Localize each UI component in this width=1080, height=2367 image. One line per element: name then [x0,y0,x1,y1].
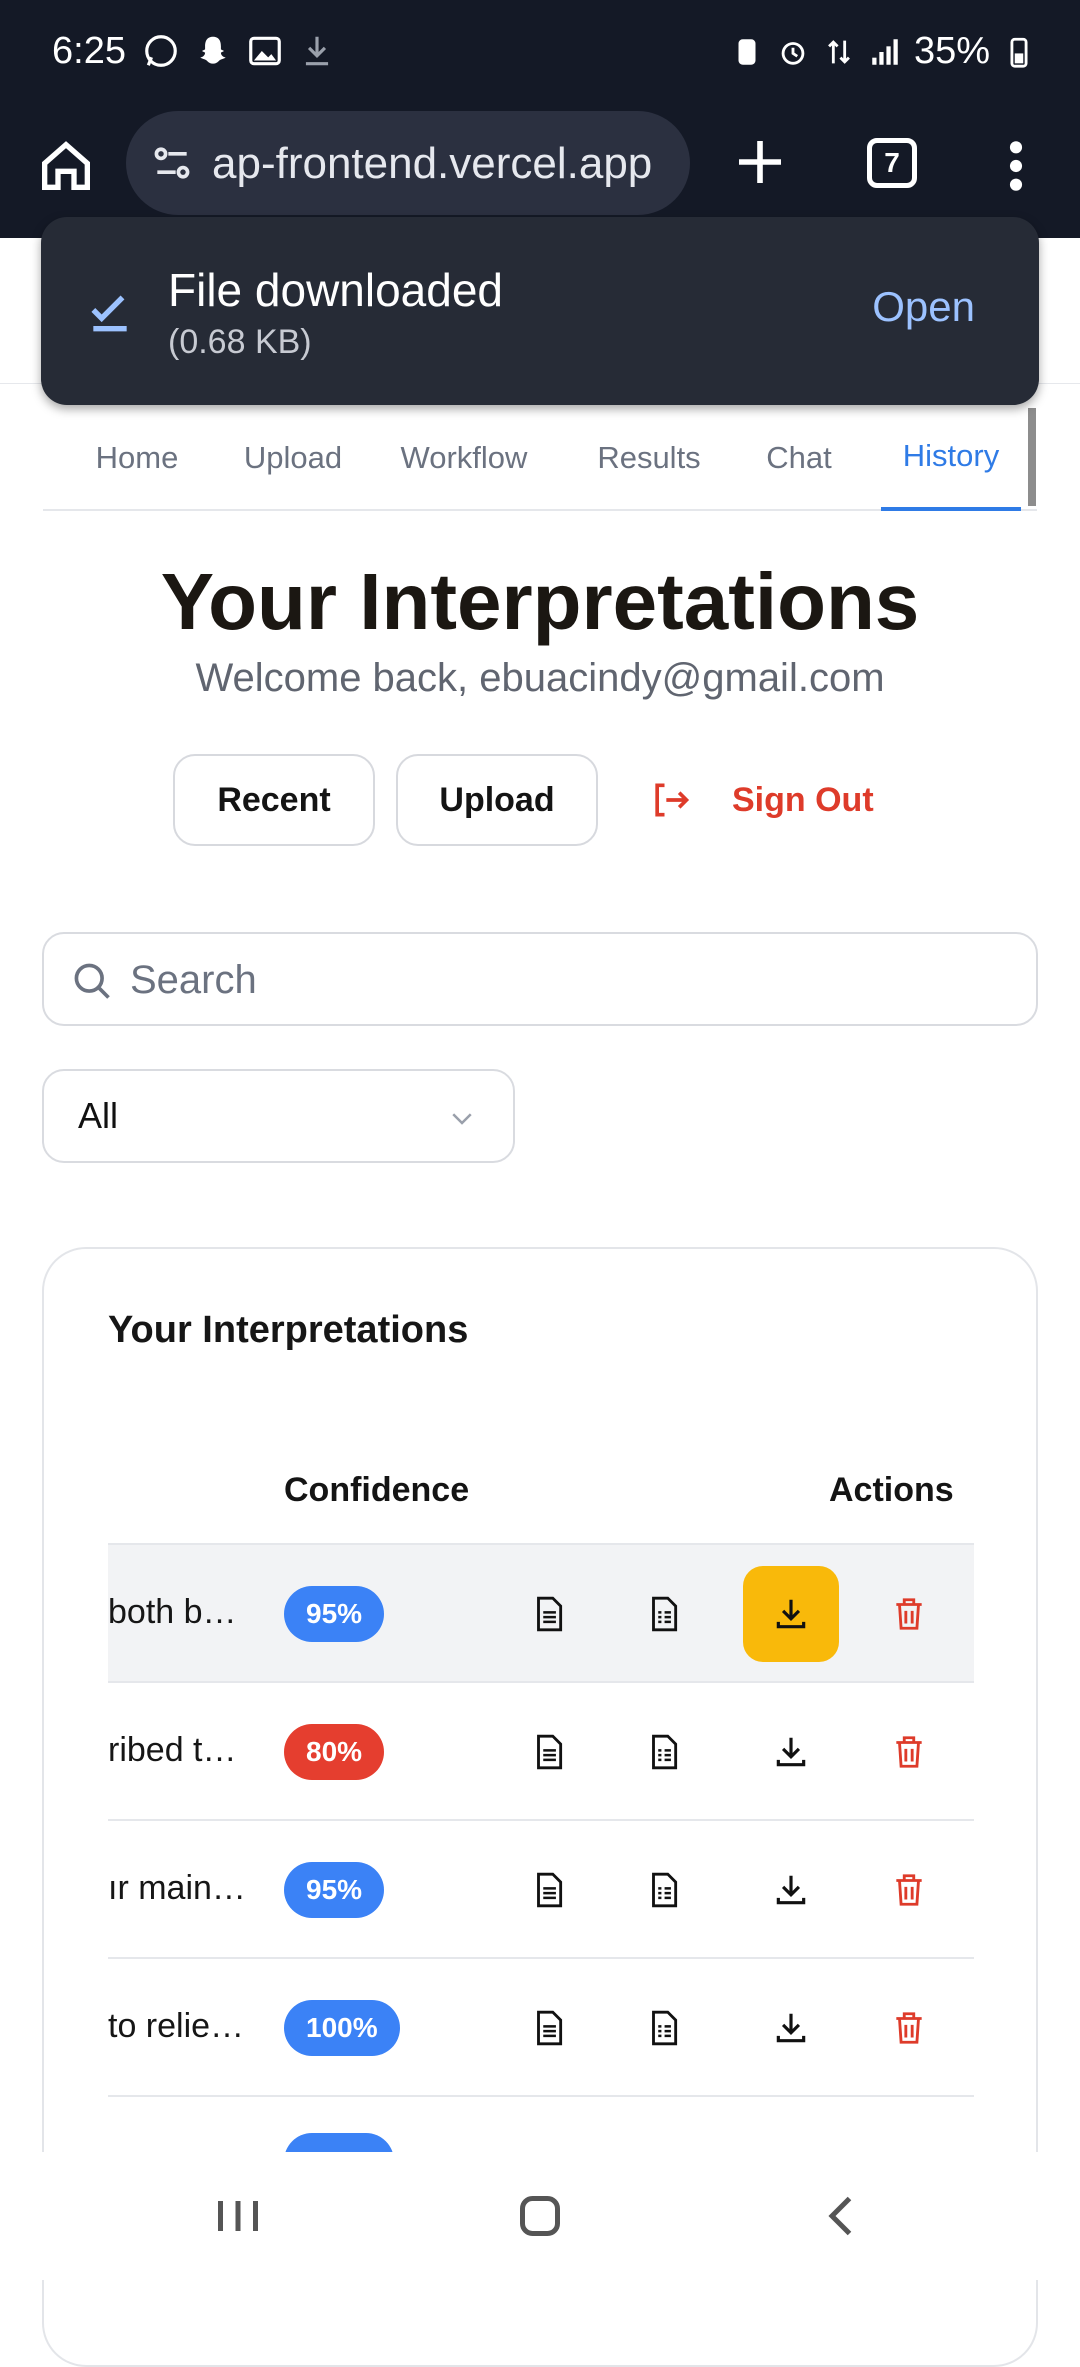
delete-button[interactable] [874,1717,944,1787]
row-text: ır main… [108,1869,246,1907]
recent-button[interactable]: Recent [173,754,375,846]
document-icon [537,1596,563,1632]
column-header-confidence: Confidence [284,1471,470,1509]
spreadsheet-icon [652,1872,678,1908]
home-icon[interactable] [34,134,98,198]
report-button[interactable] [628,1993,698,2063]
back-icon[interactable] [812,2186,872,2246]
report-button[interactable] [628,1579,698,1649]
row-text: both b… [108,1593,237,1631]
download-complete-icon [91,295,127,332]
delete-button[interactable] [874,1993,944,2063]
confidence-badge: 80% [284,1724,385,1780]
download-icon [776,1599,806,1629]
table-row[interactable]: both b… 95% [108,1543,974,1681]
address-bar[interactable]: ap-frontend.vercel.app [126,111,690,215]
table-row[interactable]: ır main… 95% [108,1819,974,1957]
gallery-icon [249,36,281,66]
battery-percent: 35% [913,30,990,72]
sign-out-button[interactable]: Sign Out [648,754,874,846]
tab-home[interactable]: Home [77,405,197,511]
tabs-scroll-indicator[interactable] [1028,408,1036,506]
battery-icon [1010,37,1028,68]
download-icon [776,1875,806,1905]
alarm-icon [781,41,805,65]
search-input[interactable] [130,948,1010,1012]
download-toast: File downloaded (0.68 KB) Open [41,217,1039,405]
search-field[interactable] [42,932,1038,1026]
delete-button[interactable] [874,1579,944,1649]
upload-button[interactable]: Upload [396,754,598,846]
confidence-badge: 95% [284,1862,385,1918]
confidence-badge: 100% [284,2000,400,2056]
toast-title: File downloaded [168,264,504,316]
whatsapp-icon [145,35,177,67]
report-button[interactable] [628,1717,698,1787]
row-text: ribed t… [108,1731,237,1769]
welcome-text: Welcome back, ebuacindy@gmail.com [195,656,885,700]
spreadsheet-icon [652,2010,678,2046]
chevron-down-icon [452,1113,472,1125]
row-text: to relie… [108,2007,245,2045]
site-settings-icon[interactable] [150,141,194,185]
home-nav-icon[interactable] [510,2186,570,2246]
toast-open-button[interactable]: Open [872,283,975,331]
view-button[interactable] [513,1855,583,1925]
view-button[interactable] [513,1717,583,1787]
snapchat-icon [200,36,226,64]
filter-select[interactable]: All [42,1069,515,1163]
nav-tabs: Home Upload Workflow Results Chat Histor… [43,405,1037,511]
tab-chat[interactable]: Chat [749,405,849,511]
system-navigation-bar [0,2152,1080,2280]
confidence-badge: 95% [284,1586,385,1642]
signal-icon [872,38,898,65]
new-tab-icon[interactable] [732,134,788,190]
document-icon [537,1872,563,1908]
download-button[interactable] [743,1566,839,1662]
battery-saver-icon [738,38,756,65]
data-transfer-icon [828,39,850,64]
status-bar: 6:25 35% [0,0,1080,100]
overflow-menu-icon[interactable] [1004,138,1028,194]
url-text: ap-frontend.vercel.app [212,139,653,188]
trash-icon [896,1598,922,1630]
tab-history[interactable]: History [881,405,1021,511]
page-title: Your Interpretations [160,557,920,646]
tab-upload[interactable]: Upload [229,405,357,511]
search-icon [74,963,110,999]
notification-icons [142,32,336,70]
report-button[interactable] [628,1855,698,1925]
document-icon [537,2010,563,2046]
sign-out-icon [655,783,690,817]
download-button[interactable] [756,1993,826,2063]
toast-file-size: (0.68 KB) [168,323,312,361]
tab-workflow[interactable]: Workflow [388,405,540,511]
tab-switcher-button[interactable]: 7 [867,138,917,188]
recent-apps-icon[interactable] [208,2186,268,2246]
filter-selected-value: All [78,1095,119,1136]
view-button[interactable] [513,1579,583,1649]
system-icons: 35% [730,30,1036,73]
table-row[interactable]: to relie… 100% [108,1957,974,2095]
spreadsheet-icon [652,1596,678,1632]
trash-icon [896,1736,922,1768]
tab-results[interactable]: Results [581,405,717,511]
download-button[interactable] [756,1855,826,1925]
trash-icon [896,1874,922,1906]
sign-out-label: Sign Out [732,780,874,819]
table-row[interactable]: ribed t… 80% [108,1681,974,1819]
document-icon [537,1734,563,1770]
card-title: Your Interpretations [108,1309,469,1351]
status-time: 6:25 [52,30,126,72]
download-icon [776,2013,806,2043]
download-icon [776,1737,806,1767]
column-header-actions: Actions [829,1471,954,1509]
trash-icon [896,2012,922,2044]
spreadsheet-icon [652,1734,678,1770]
download-button[interactable] [756,1717,826,1787]
view-button[interactable] [513,1993,583,2063]
download-status-icon [305,36,329,66]
delete-button[interactable] [874,1855,944,1925]
